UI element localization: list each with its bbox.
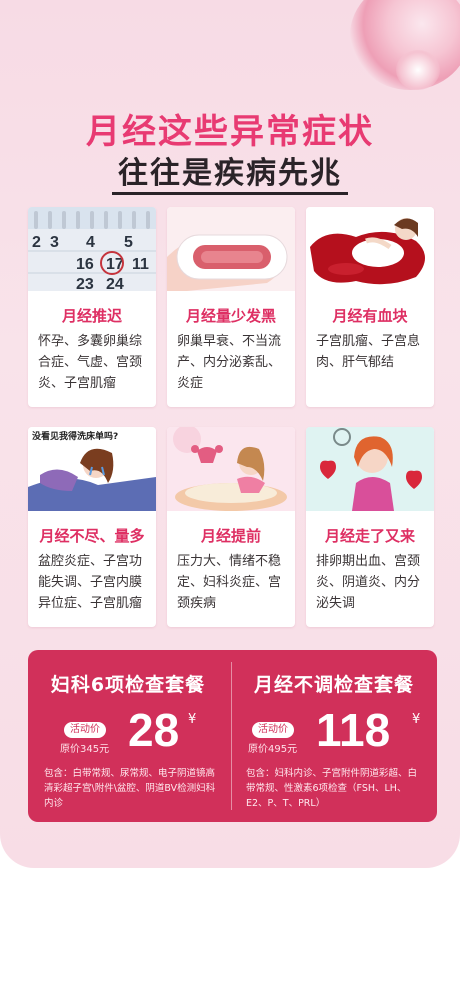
headline-title: 月经这些异常症状 xyxy=(86,112,374,152)
headline-subtitle: 往往是疾病先兆 xyxy=(0,148,460,195)
svg-text:23: 23 xyxy=(76,276,94,291)
svg-text:5: 5 xyxy=(124,234,133,251)
svg-text:16: 16 xyxy=(76,256,94,273)
promo-badge: 活动价 xyxy=(64,722,106,738)
card-description: 卵巢早衰、不当流产、内分泌紊乱、炎症 xyxy=(177,334,282,391)
image-caption: 没看见我得洗床单吗? xyxy=(32,432,119,442)
menstrual-package[interactable]: 月经不调检查套餐 活动价 原价495元 118 ¥ 包含：妇科内诊、子宫附件阴道… xyxy=(234,650,434,822)
package-includes: 包含：白带常规、尿常规、电子阴道镜高清彩超子宫\附件\盆腔、阴道BV检测妇科内诊 xyxy=(44,768,216,809)
original-price: 原价495元 xyxy=(248,744,298,755)
package-price: 28 xyxy=(128,704,180,756)
package-offer-box: 妇科6项检查套餐 活动价 原价345元 28 ¥ 包含：白带常规、尿常规、电子阴… xyxy=(28,650,437,822)
uterus-girl-illustration xyxy=(167,427,295,511)
package-name: 妇科6项检查套餐 xyxy=(50,674,206,696)
card-description: 排卵期出血、宫颈炎、阴道炎、内分泌失调 xyxy=(316,554,421,611)
card-title: 月经有血块 xyxy=(332,307,408,325)
package-name: 月经不调检查套餐 xyxy=(253,674,414,696)
card-title: 月经走了又来 xyxy=(324,527,415,545)
currency-symbol: ¥ xyxy=(188,712,197,727)
symptom-card[interactable]: 月经提前 压力大、情绪不稳定、妇科炎症、宫颈疾病 xyxy=(167,427,295,627)
card-title: 月经不尽、量多 xyxy=(39,527,145,545)
card-title: 月经提前 xyxy=(200,527,261,545)
poster-background: 月经这些异常症状 往往是疾病先兆 2345 16 17 11 23 24 月经推迟 怀… xyxy=(0,0,460,868)
blood-illustration xyxy=(306,207,434,291)
card-title: 月经推迟 xyxy=(61,307,122,325)
symptom-card[interactable]: 月经走了又来 排卵期出血、宫颈炎、阴道炎、内分泌失调 xyxy=(306,427,434,627)
card-title: 月经量少发黑 xyxy=(185,307,276,325)
offer-divider xyxy=(231,662,232,810)
calendar-photo: 2345 16 17 11 23 24 xyxy=(28,207,156,291)
svg-text:24: 24 xyxy=(106,276,124,291)
card-description: 子宫肌瘤、子宫息肉、肝气郁结 xyxy=(316,334,421,370)
svg-text:2: 2 xyxy=(32,234,41,251)
promo-badge: 活动价 xyxy=(252,722,294,738)
sad-girl-heart-illustration xyxy=(306,427,434,511)
package-includes: 包含：妇科内诊、子宫附件阴道彩超、白带常规、性激素6项检查（FSH、LH、E2、… xyxy=(246,768,418,809)
symptom-card[interactable]: 2345 16 17 11 23 24 月经推迟 怀孕、多囊卵巢综合症、气虚、宫颈炎、… xyxy=(28,207,156,407)
gynecology-package[interactable]: 妇科6项检查套餐 活动价 原价345元 28 ¥ 包含：白带常规、尿常规、电子阴… xyxy=(28,650,228,822)
crying-girl-illustration: 没看见我得洗床单吗? xyxy=(28,427,156,511)
card-description: 盆腔炎症、子宫功能失调、子宫内膜异位症、子宫肌瘤 xyxy=(38,554,143,611)
svg-text:11: 11 xyxy=(132,256,149,273)
original-price: 原价345元 xyxy=(60,744,110,755)
symptom-card[interactable]: 月经有血块 子宫肌瘤、子宫息肉、肝气郁结 xyxy=(306,207,434,407)
svg-text:4: 4 xyxy=(86,234,95,251)
symptom-card[interactable]: 没看见我得洗床单吗? 月经不尽、量多 盆腔炎症、子宫功能失调、子宫内膜异位症、子… xyxy=(28,427,156,627)
card-description: 压力大、情绪不稳定、妇科炎症、宫颈疾病 xyxy=(177,554,282,611)
currency-symbol: ¥ xyxy=(412,712,421,727)
package-price: 118 xyxy=(316,704,391,756)
sanitary-pad-photo xyxy=(167,207,295,291)
card-description: 怀孕、多囊卵巢综合症、气虚、宫颈炎、子宫肌瘤 xyxy=(38,334,143,391)
flower-decoration-small xyxy=(396,50,440,90)
svg-text:3: 3 xyxy=(50,234,59,251)
symptom-card[interactable]: 月经量少发黑 卵巢早衰、不当流产、内分泌紊乱、炎症 xyxy=(167,207,295,407)
